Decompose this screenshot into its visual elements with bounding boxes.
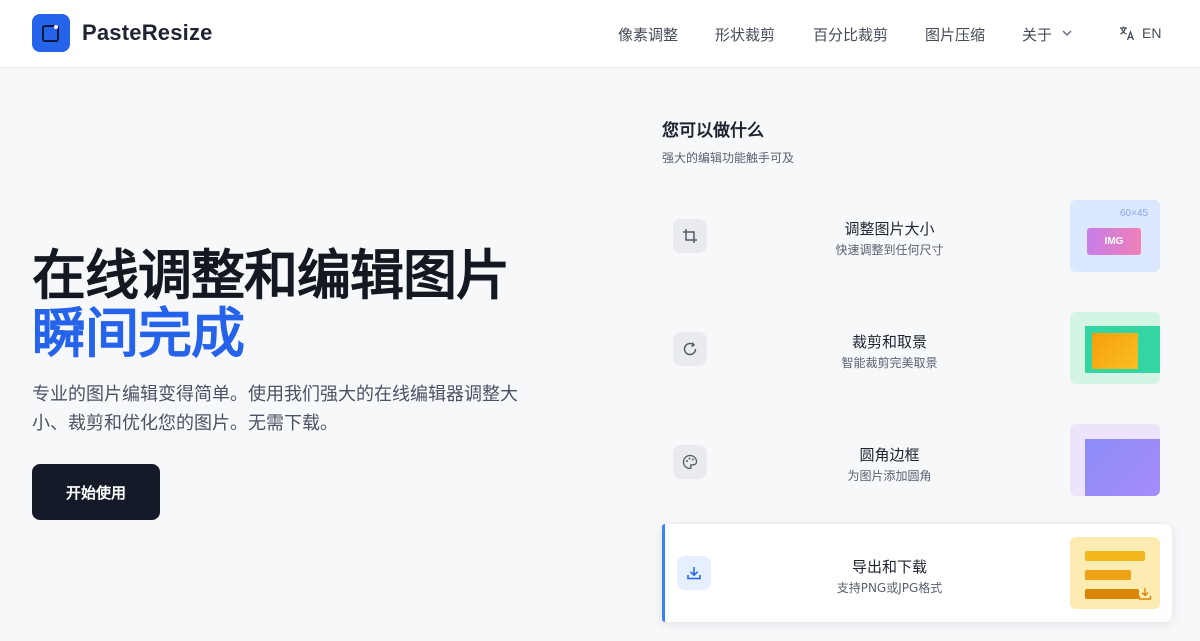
hero-accent-title: 瞬间完成 (32, 302, 245, 365)
get-started-button[interactable]: 开始使用 (32, 464, 160, 520)
feature-title: 调整图片大小 (844, 220, 935, 238)
top-header: PasteResize 像素调整 形状裁剪 百分比裁剪 图片压缩 关于 EN (0, 0, 1200, 68)
feature-rounded-border[interactable]: 圆角边框 为图片添加圆角 (662, 414, 1172, 512)
feature-title: 导出和下载 (851, 558, 927, 576)
language-toggle[interactable]: EN (1142, 25, 1161, 41)
rotate-icon (673, 332, 707, 366)
feature-description: 支持PNG或JPG格式 (836, 581, 943, 595)
feature-description: 智能裁剪完美取景 (841, 356, 938, 370)
nav-item-shape-crop[interactable]: 形状裁剪 (715, 24, 775, 45)
crop-icon (673, 219, 707, 253)
feature-title: 裁剪和取景 (851, 333, 927, 351)
translate-icon[interactable] (1119, 25, 1135, 41)
crop-preview-thumbnail (1070, 312, 1160, 384)
download-icon (677, 556, 711, 590)
nav-item-about[interactable]: 关于 (1022, 24, 1052, 45)
thumb-bar (1085, 570, 1131, 580)
feature-resize[interactable]: 调整图片大小 快速调整到任何尺寸 60×45 IMG (662, 188, 1172, 286)
feature-title: 圆角边框 (859, 446, 920, 464)
panel-title: 您可以做什么 (662, 121, 764, 141)
chevron-down-icon[interactable] (1062, 29, 1072, 37)
brand-name[interactable]: PasteResize (82, 20, 213, 46)
hero-title: 在线调整和编辑图片 (32, 244, 510, 307)
thumb-size-label: 60×45 (1120, 208, 1149, 219)
feature-description: 快速调整到任何尺寸 (835, 243, 944, 257)
thumb-rounded-area (1085, 439, 1160, 496)
active-indicator (662, 524, 665, 622)
feature-description: 为图片添加圆角 (847, 469, 932, 483)
rounded-preview-thumbnail (1070, 424, 1160, 496)
thumb-crop-area (1092, 333, 1138, 369)
nav-item-percent-crop[interactable]: 百分比裁剪 (813, 24, 888, 45)
hero-description: 专业的图片编辑变得简单。使用我们强大的在线编辑器调整大小、裁剪和优化您的图片。无… (32, 384, 518, 434)
logo-icon[interactable] (32, 14, 70, 52)
nav-item-pixel-resize[interactable]: 像素调整 (618, 24, 678, 45)
thumb-bar (1085, 551, 1145, 561)
feature-crop[interactable]: 裁剪和取景 智能裁剪完美取景 (662, 301, 1172, 399)
thumb-img-label: IMG (1087, 228, 1141, 255)
thumb-bar (1085, 589, 1139, 599)
export-preview-thumbnail (1070, 537, 1160, 609)
resize-preview-thumbnail: 60×45 IMG (1070, 200, 1160, 272)
feature-export-download[interactable]: 导出和下载 支持PNG或JPG格式 (662, 524, 1172, 622)
palette-icon (673, 445, 707, 479)
panel-subtitle: 强大的编辑功能触手可及 (662, 151, 795, 165)
download-icon (1138, 588, 1152, 600)
nav-item-compress[interactable]: 图片压缩 (925, 24, 985, 45)
